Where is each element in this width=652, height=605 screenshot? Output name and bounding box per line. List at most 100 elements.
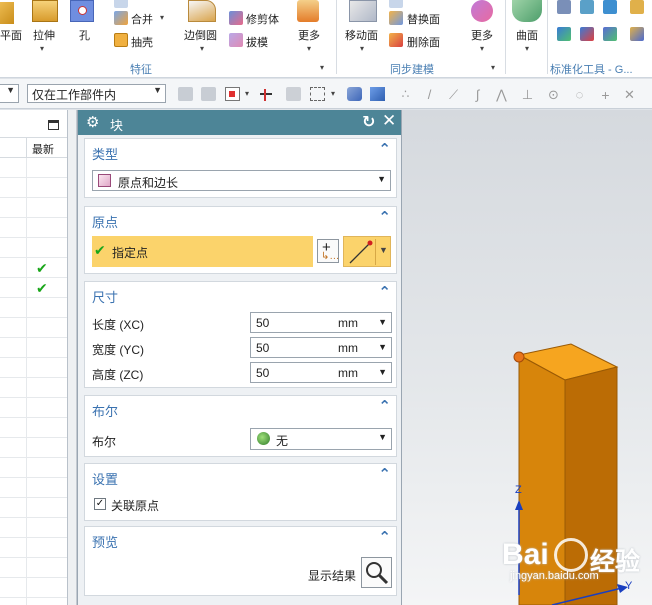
spline-snap-icon[interactable]: ∫ (470, 87, 485, 102)
associative-origin-checkbox[interactable]: ✓ (94, 498, 106, 510)
snap-point-icon[interactable] (225, 87, 240, 101)
navigator-row[interactable] (0, 198, 67, 218)
navigator-row[interactable] (0, 238, 67, 258)
unite-dropdown-icon[interactable]: ▾ (160, 13, 164, 22)
navigator-row[interactable] (0, 598, 67, 605)
edge-blend-dropdown-icon[interactable]: ▾ (200, 44, 204, 53)
standard-tool-icon[interactable] (630, 0, 644, 14)
settings-section-header[interactable]: 设置 ⌃ (85, 464, 396, 488)
navigator-row[interactable]: ✔ (0, 258, 67, 278)
chevron-down-icon[interactable]: ▼ (378, 342, 387, 352)
standard-tool-icon[interactable] (557, 0, 571, 14)
dialog-title-bar[interactable]: ⚙ 块 ↻ ✕ (78, 110, 401, 135)
extra-feature-icon[interactable] (114, 0, 128, 8)
point-snap-icon[interactable]: ∴ (398, 87, 413, 101)
check-icon: ✔ (36, 280, 48, 296)
point-dots-icon: ↳… (321, 251, 340, 262)
chevron-down-icon[interactable]: ▾ (245, 89, 249, 98)
collapse-icon[interactable]: ⌃ (378, 140, 391, 158)
standard-tool-icon[interactable] (580, 0, 594, 14)
surface-dropdown-icon[interactable]: ▾ (525, 44, 529, 53)
collapse-icon[interactable]: ⌃ (378, 465, 391, 483)
standard-tool-icon[interactable] (580, 27, 594, 41)
specify-point-row[interactable]: ✔ 指定点 (92, 236, 313, 267)
height-input[interactable]: 50 mm ▼ (250, 362, 392, 383)
more-features-dropdown-icon[interactable]: ▾ (307, 44, 311, 53)
navigator-row[interactable] (0, 578, 67, 598)
sync-group-expand-icon[interactable]: ▾ (491, 63, 495, 72)
cube-view-icon[interactable] (370, 87, 385, 101)
chevron-down-icon[interactable]: ▾ (331, 89, 335, 98)
scope-select[interactable]: 仅在工作部件内 ▼ (27, 84, 166, 103)
standard-tool-icon[interactable] (630, 27, 644, 41)
boolean-select[interactable]: 无 ▼ (250, 428, 392, 450)
line-snap-icon[interactable]: / (422, 87, 437, 102)
type-select[interactable]: 原点和边长 ▼ (92, 170, 391, 191)
selection-box-icon[interactable] (310, 87, 325, 101)
navigator-row[interactable] (0, 298, 67, 318)
origin-section-header[interactable]: 原点 ⌃ (85, 207, 396, 231)
quadrant-snap-icon[interactable]: ◌ (572, 87, 587, 102)
navigator-scrollbar[interactable] (68, 110, 77, 605)
type-section-header[interactable]: 类型 ⌃ (85, 139, 396, 163)
point-type-select[interactable]: ▼ (343, 236, 391, 267)
feature-group-expand-icon[interactable]: ▾ (320, 63, 324, 72)
magnifier-icon (366, 562, 389, 585)
standard-tool-icon[interactable] (603, 0, 617, 14)
navigator-row[interactable] (0, 338, 67, 358)
navigator-row[interactable] (0, 378, 67, 398)
navigator-row[interactable] (0, 438, 67, 458)
collapse-icon[interactable]: ⌃ (378, 397, 391, 415)
intersection-snap-icon[interactable]: ✕ (622, 87, 637, 102)
standard-tool-icon[interactable] (557, 27, 571, 41)
navigator-row[interactable] (0, 518, 67, 538)
navigator-row[interactable] (0, 558, 67, 578)
gear-icon[interactable]: ⚙ (86, 113, 99, 131)
extrude-dropdown-icon[interactable]: ▾ (40, 44, 44, 53)
vertex-snap-icon[interactable]: ⋀ (494, 87, 509, 102)
snap-mid-icon[interactable] (286, 87, 301, 101)
preview-section-header[interactable]: 预览 ⌃ (85, 527, 396, 551)
close-icon[interactable]: ✕ (382, 111, 396, 131)
navigator-row[interactable] (0, 398, 67, 418)
show-result-button[interactable] (361, 557, 392, 588)
navigator-row[interactable] (0, 158, 67, 178)
chevron-down-icon[interactable]: ▼ (378, 367, 387, 377)
dimensions-section-header[interactable]: 尺寸 ⌃ (85, 282, 396, 306)
reset-icon[interactable]: ↻ (362, 112, 375, 132)
point-dialog-button[interactable]: + ↳… (317, 239, 339, 263)
filter-select[interactable]: ▼ (0, 84, 19, 103)
navigator-row[interactable]: ✔ (0, 278, 67, 298)
view-icon[interactable] (347, 87, 362, 101)
standard-tool-icon[interactable] (603, 27, 617, 41)
navigator-row[interactable] (0, 418, 67, 438)
tangent-snap-icon[interactable]: ⊥ (520, 87, 535, 102)
move-face-dropdown-icon[interactable]: ▾ (360, 44, 364, 53)
chevron-down-icon[interactable]: ▼ (378, 317, 387, 327)
snap-end-icon[interactable] (258, 87, 273, 101)
existing-point-snap-icon[interactable]: + (598, 87, 613, 103)
navigator-row[interactable] (0, 318, 67, 338)
boolean-section-header[interactable]: 布尔 ⌃ (85, 396, 396, 420)
curve-snap-icon[interactable]: ⟋ (446, 87, 461, 102)
navigator-row[interactable] (0, 358, 67, 378)
select-feature-icon[interactable] (178, 87, 193, 101)
navigator-row[interactable] (0, 458, 67, 478)
navigator-row[interactable] (0, 498, 67, 518)
collapse-icon[interactable]: ⌃ (378, 208, 391, 226)
length-input[interactable]: 50 mm ▼ (250, 312, 392, 333)
navigator-row[interactable] (0, 178, 67, 198)
select-edge-icon[interactable] (201, 87, 216, 101)
navigator-row[interactable] (0, 218, 67, 238)
sync-extra-icon[interactable] (389, 0, 403, 8)
graphics-viewport[interactable]: Z Y Bai 经验 jingyan.baidu.com (402, 110, 652, 605)
collapse-icon[interactable]: ⌃ (378, 283, 391, 301)
width-input[interactable]: 50 mm ▼ (250, 337, 392, 358)
center-snap-icon[interactable]: ⊙ (546, 87, 561, 102)
collapse-icon[interactable]: ⌃ (378, 528, 391, 546)
navigator-row[interactable] (0, 478, 67, 498)
maximize-icon[interactable] (48, 120, 59, 130)
navigator-row[interactable] (0, 538, 67, 558)
more-sync-dropdown-icon[interactable]: ▾ (480, 44, 484, 53)
column-latest[interactable]: 最新 (26, 138, 68, 158)
